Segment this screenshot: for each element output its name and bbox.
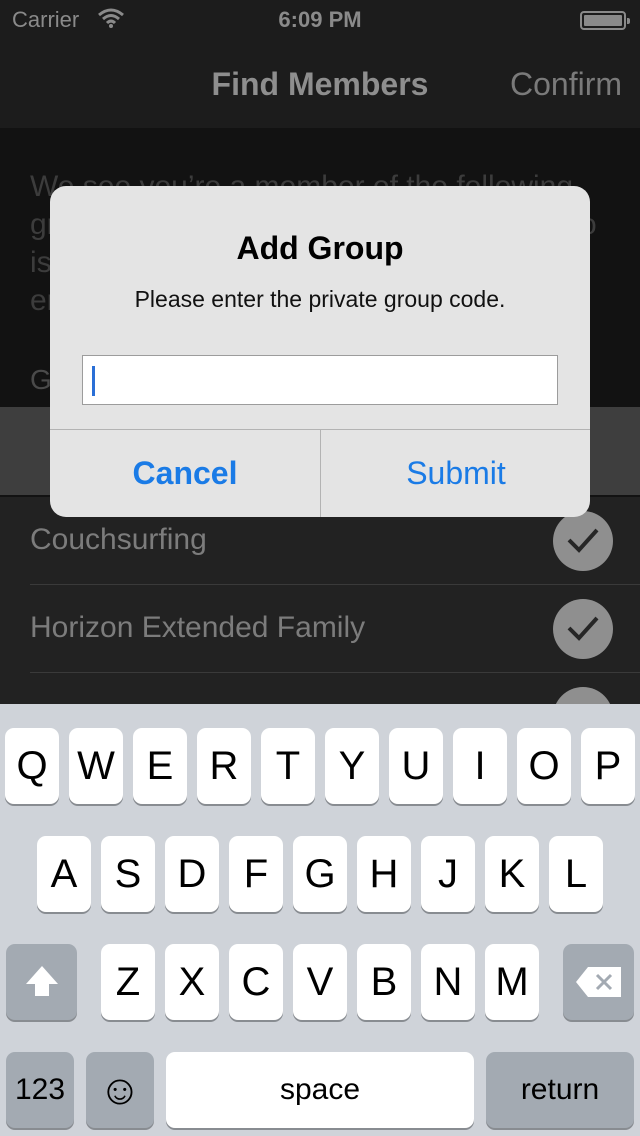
key-r[interactable]: R [197,728,251,804]
key-m[interactable]: M [485,944,539,1020]
space-key[interactable]: space [166,1052,474,1128]
key-d[interactable]: D [165,836,219,912]
backspace-key[interactable] [563,944,634,1020]
alert-message: Please enter the private group code. [134,286,506,312]
key-f[interactable]: F [229,836,283,912]
key-y[interactable]: Y [325,728,379,804]
key-g[interactable]: G [293,836,347,912]
numbers-key[interactable]: 123 [6,1052,74,1128]
status-bar: Carrier 6:09 PM [0,0,640,40]
confirm-button[interactable]: Confirm [510,66,622,103]
key-t[interactable]: T [261,728,315,804]
group-list: Couchsurfing Horizon Extended Family [0,497,640,747]
list-item[interactable]: Horizon Extended Family [0,585,640,673]
submit-button[interactable]: Submit [321,430,590,517]
battery-icon [580,11,630,30]
key-p[interactable]: P [581,728,635,804]
backspace-icon [575,967,621,997]
group-name: Horizon Extended Family [30,611,366,644]
emoji-icon: ☺ [98,1066,142,1113]
key-e[interactable]: E [133,728,187,804]
checkmark-icon[interactable] [553,599,613,659]
key-q[interactable]: Q [5,728,59,804]
key-i[interactable]: I [453,728,507,804]
key-h[interactable]: H [357,836,411,912]
shift-key[interactable] [6,944,77,1020]
add-group-alert: Add Group Please enter the private group… [50,186,590,517]
key-z[interactable]: Z [101,944,155,1020]
key-j[interactable]: J [421,836,475,912]
key-s[interactable]: S [101,836,155,912]
clock: 6:09 PM [278,7,362,32]
keyboard: QWERTYUIOP ASDFGHJKL ZXCVBNM 123 ☺ space… [0,704,640,1136]
navigation-bar: Find Members Confirm [0,40,640,128]
key-v[interactable]: V [293,944,347,1020]
key-n[interactable]: N [421,944,475,1020]
key-l[interactable]: L [549,836,603,912]
alert-title: Add Group [236,230,404,266]
key-b[interactable]: B [357,944,411,1020]
key-k[interactable]: K [485,836,539,912]
key-u[interactable]: U [389,728,443,804]
key-c[interactable]: C [229,944,283,1020]
section-header: G [30,364,52,395]
checkmark-icon[interactable] [553,511,613,571]
shift-icon [25,966,58,996]
text-caret [92,366,95,396]
group-name: Couchsurfing [30,523,207,556]
key-o[interactable]: O [517,728,571,804]
key-x[interactable]: X [165,944,219,1020]
emoji-key[interactable]: ☺ [86,1052,154,1128]
return-key[interactable]: return [486,1052,634,1128]
key-w[interactable]: W [69,728,123,804]
cancel-button[interactable]: Cancel [50,430,320,517]
key-a[interactable]: A [37,836,91,912]
group-code-input[interactable] [82,355,558,405]
